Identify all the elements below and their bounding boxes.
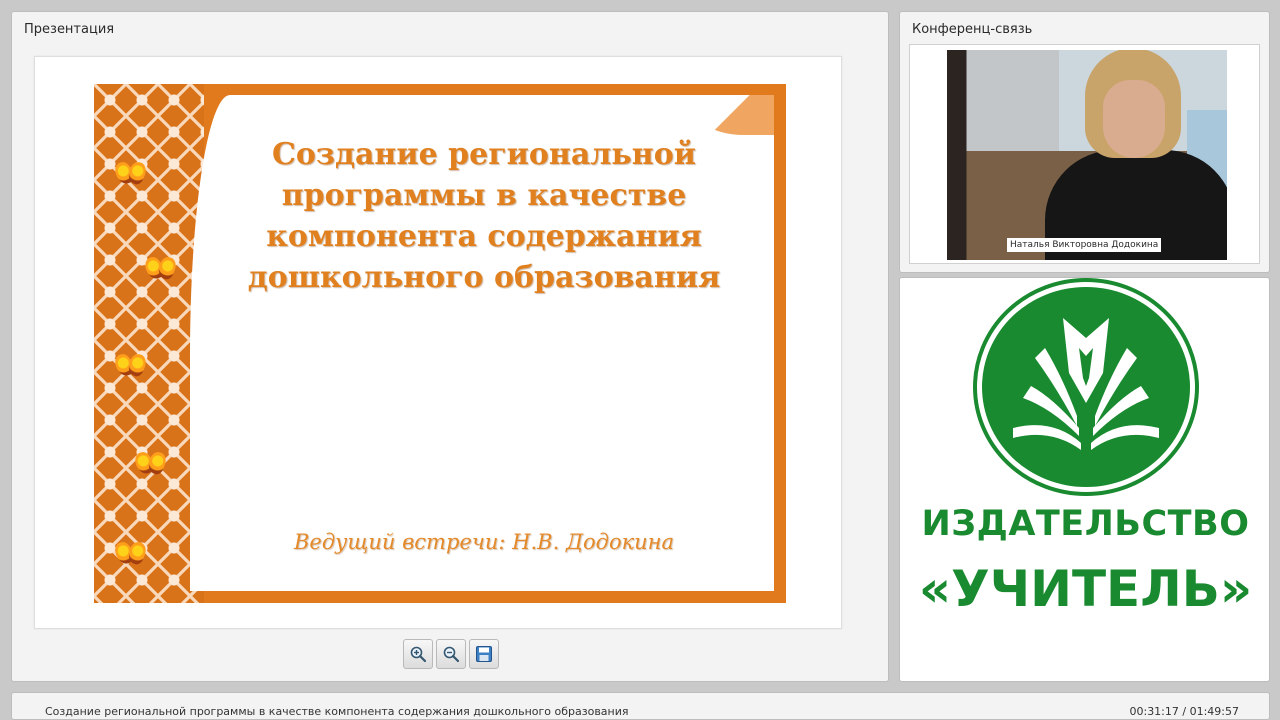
zoom-in-button[interactable]	[403, 639, 433, 669]
participant-name-label: Наталья Викторовна Додокина	[1007, 238, 1162, 252]
slide-decorative-border	[94, 84, 204, 603]
publisher-logo-icon	[973, 278, 1199, 496]
butterfly-icon	[116, 354, 148, 380]
playback-time: 00:31:17 / 01:49:57	[1129, 705, 1239, 718]
slide-presenter: Ведущий встречи: Н.В. Додокина	[293, 530, 675, 554]
floppy-disk-icon	[476, 646, 492, 662]
participant-video[interactable]: Наталья Викторовна Додокина	[947, 50, 1227, 260]
zoom-in-icon	[410, 646, 427, 663]
slide-viewer[interactable]: Создание региональной программы в качест…	[34, 56, 842, 629]
conference-panel-title: Конференц-связь	[912, 22, 1033, 37]
publisher-name-line1: ИЗДАТЕЛЬСТВО	[921, 504, 1250, 544]
presentation-panel-title: Презентация	[24, 22, 115, 37]
butterfly-icon	[116, 542, 148, 568]
save-button[interactable]	[469, 639, 499, 669]
session-title: Создание региональной программы в качест…	[45, 705, 629, 718]
publisher-name-line2: «УЧИТЕЛЬ»	[918, 560, 1253, 618]
participant-figure	[1025, 50, 1227, 260]
butterfly-icon	[136, 452, 168, 478]
butterfly-icon	[116, 162, 148, 188]
presentation-slide: Создание региональной программы в качест…	[94, 84, 786, 603]
butterfly-icon	[146, 257, 178, 283]
slide-title: Создание региональной программы в качест…	[247, 137, 721, 295]
conference-panel: Конференц-связь Наталья Викторовна Додок…	[899, 11, 1270, 273]
presentation-panel: Презентация Создание региональной програ…	[11, 11, 889, 682]
zoom-out-icon	[443, 646, 460, 663]
publisher-logo-panel: ИЗДАТЕЛЬСТВО «УЧИТЕЛЬ»	[899, 277, 1270, 682]
zoom-out-button[interactable]	[436, 639, 466, 669]
video-frame: Наталья Викторовна Додокина	[909, 44, 1260, 264]
status-bar: Создание региональной программы в качест…	[11, 692, 1270, 720]
